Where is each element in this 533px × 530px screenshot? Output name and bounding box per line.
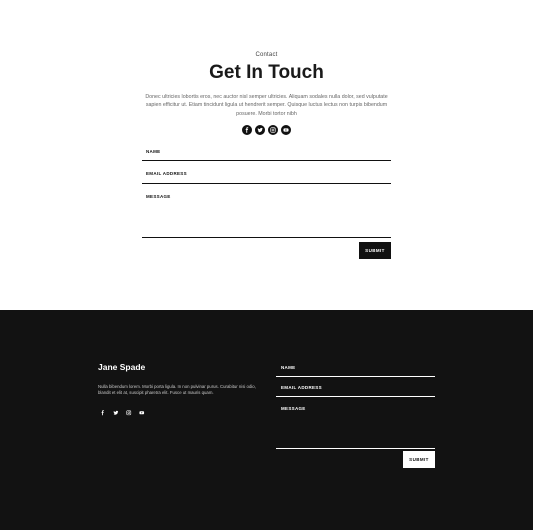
twitter-icon[interactable] (111, 408, 121, 418)
youtube-icon[interactable] (281, 125, 291, 135)
email-field-label: EMAIL ADDRESS (146, 171, 187, 176)
intro-text: Donec ultricies lobortis eros, nec aucto… (145, 94, 388, 117)
footer-name-field-label: NAME (281, 365, 296, 370)
footer-brand: Jane Spade (98, 362, 146, 372)
footer-message-field-label: MESSAGE (281, 406, 306, 411)
submit-button[interactable]: SUBMIT (359, 242, 391, 259)
footer (0, 310, 533, 530)
instagram-icon[interactable] (124, 408, 134, 418)
footer-email-field-label: EMAIL ADDRESS (281, 385, 322, 390)
message-field[interactable]: MESSAGE (142, 191, 391, 238)
section-eyebrow: Contact (255, 52, 278, 58)
footer-email-field[interactable]: EMAIL ADDRESS (276, 382, 435, 397)
footer-text: Nulla bibendum lorem. Morbi porta ligula… (98, 384, 256, 396)
social-links (0, 125, 533, 135)
footer-message-field[interactable]: MESSAGE (276, 403, 435, 449)
name-field[interactable]: NAME (142, 146, 391, 161)
footer-name-field[interactable]: NAME (276, 362, 435, 377)
contact-section: Contact Get In Touch Donec ultricies lob… (0, 0, 533, 310)
facebook-icon[interactable] (242, 125, 252, 135)
footer-social-links (98, 408, 147, 418)
name-field-label: NAME (146, 149, 161, 154)
page-title: Get In Touch (209, 62, 324, 83)
twitter-icon[interactable] (255, 125, 265, 135)
footer-submit-button[interactable]: SUBMIT (403, 451, 435, 468)
facebook-icon[interactable] (98, 408, 108, 418)
youtube-icon[interactable] (137, 408, 147, 418)
email-field[interactable]: EMAIL ADDRESS (142, 168, 391, 184)
message-field-label: MESSAGE (146, 194, 171, 199)
instagram-icon[interactable] (268, 125, 278, 135)
